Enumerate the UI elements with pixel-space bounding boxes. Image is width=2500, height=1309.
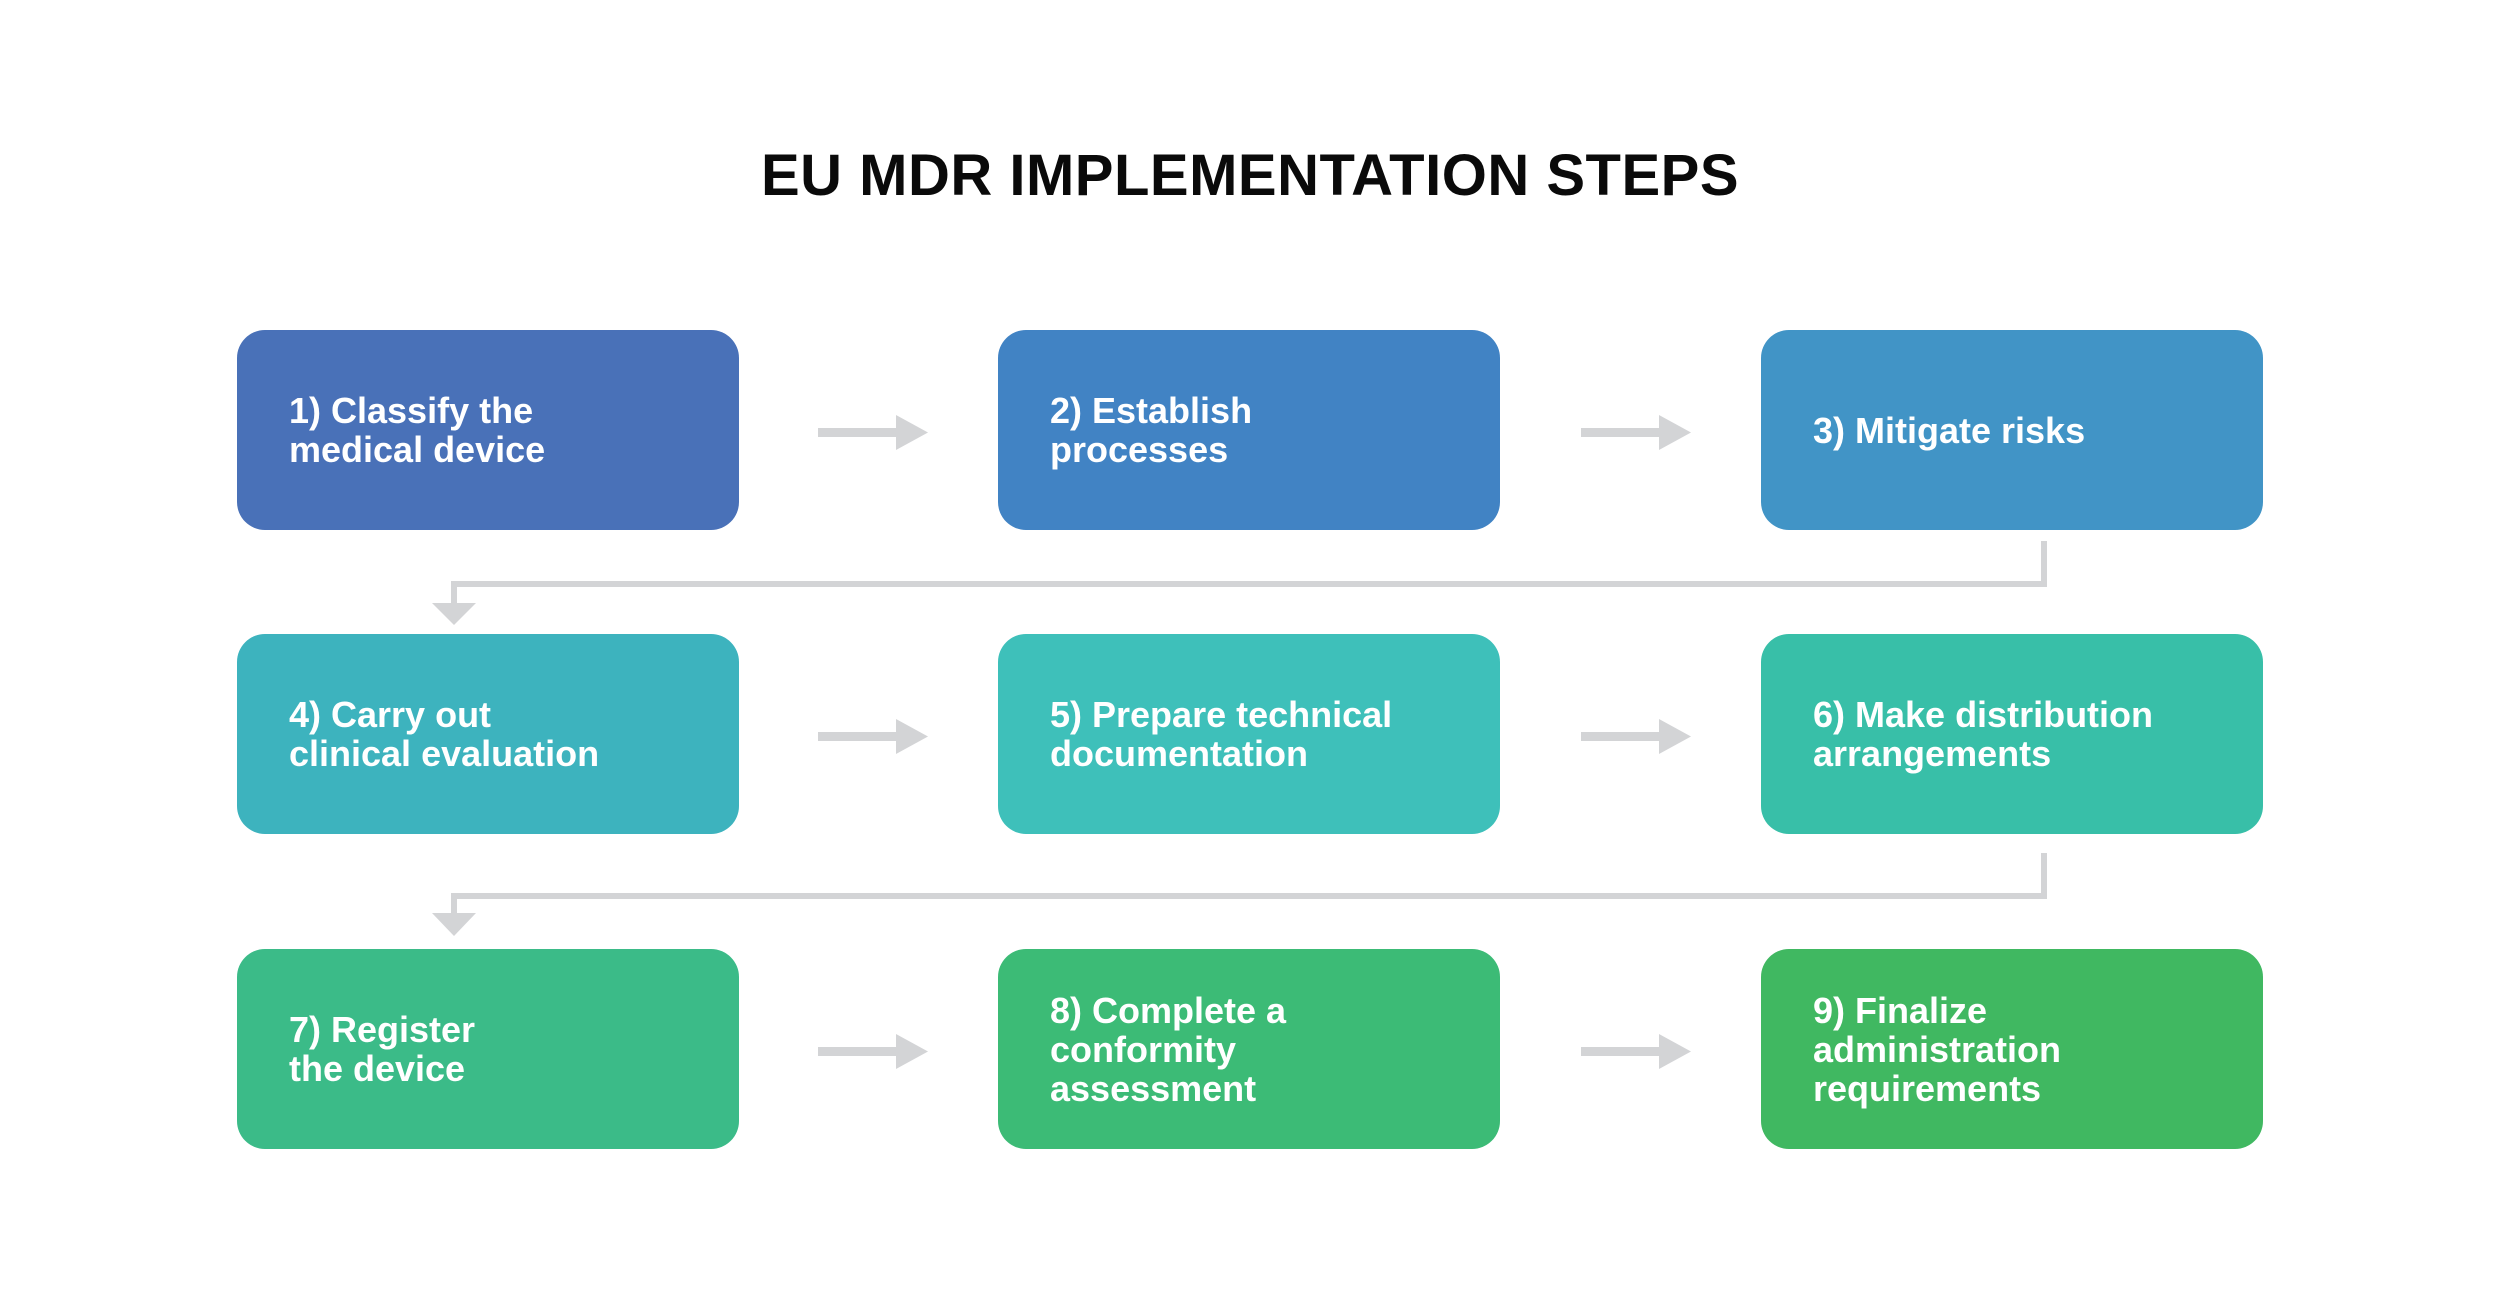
step-box-4: 4) Carry out clinical evaluation [237,634,739,834]
step-box-8: 8) Complete a conformity assessment [998,949,1500,1149]
step-box-2: 2) Establish processes [998,330,1500,530]
step-label: 4) Carry out clinical evaluation [289,694,600,774]
diagram-title: EU MDR IMPLEMENTATION STEPS [760,143,1740,208]
elbow-arrow-3-to-4 [432,541,2047,625]
arrow-8-to-9 [1581,1034,1691,1069]
step-box-1: 1) Classify the medical device [237,330,739,530]
arrow-2-to-3 [1581,415,1691,450]
step-label: 6) Make distribution arrangements [1813,694,2154,774]
step-box-6: 6) Make distribution arrangements [1761,634,2263,834]
step-box-7: 7) Register the device [237,949,739,1149]
step-label: 8) Complete a conformity assessment [1050,989,1287,1109]
arrow-5-to-6 [1581,719,1691,754]
step-label: 2) Establish processes [1050,390,1253,470]
step-box-5: 5) Prepare technical documentation [998,634,1500,834]
step-box-9: 9) Finalize administration requirements [1761,949,2263,1149]
arrow-1-to-2 [818,415,928,450]
step-label: 7) Register the device [289,1009,476,1089]
step-label: 3) Mitigate risks [1813,409,2086,451]
arrow-4-to-5 [818,719,928,754]
step-label: 9) Finalize administration requirements [1813,989,2062,1109]
step-label: 1) Classify the medical device [289,390,546,470]
step-box-3: 3) Mitigate risks [1761,330,2263,530]
arrow-7-to-8 [818,1034,928,1069]
step-label: 5) Prepare technical documentation [1050,694,1393,774]
elbow-arrow-6-to-7 [432,853,2047,936]
